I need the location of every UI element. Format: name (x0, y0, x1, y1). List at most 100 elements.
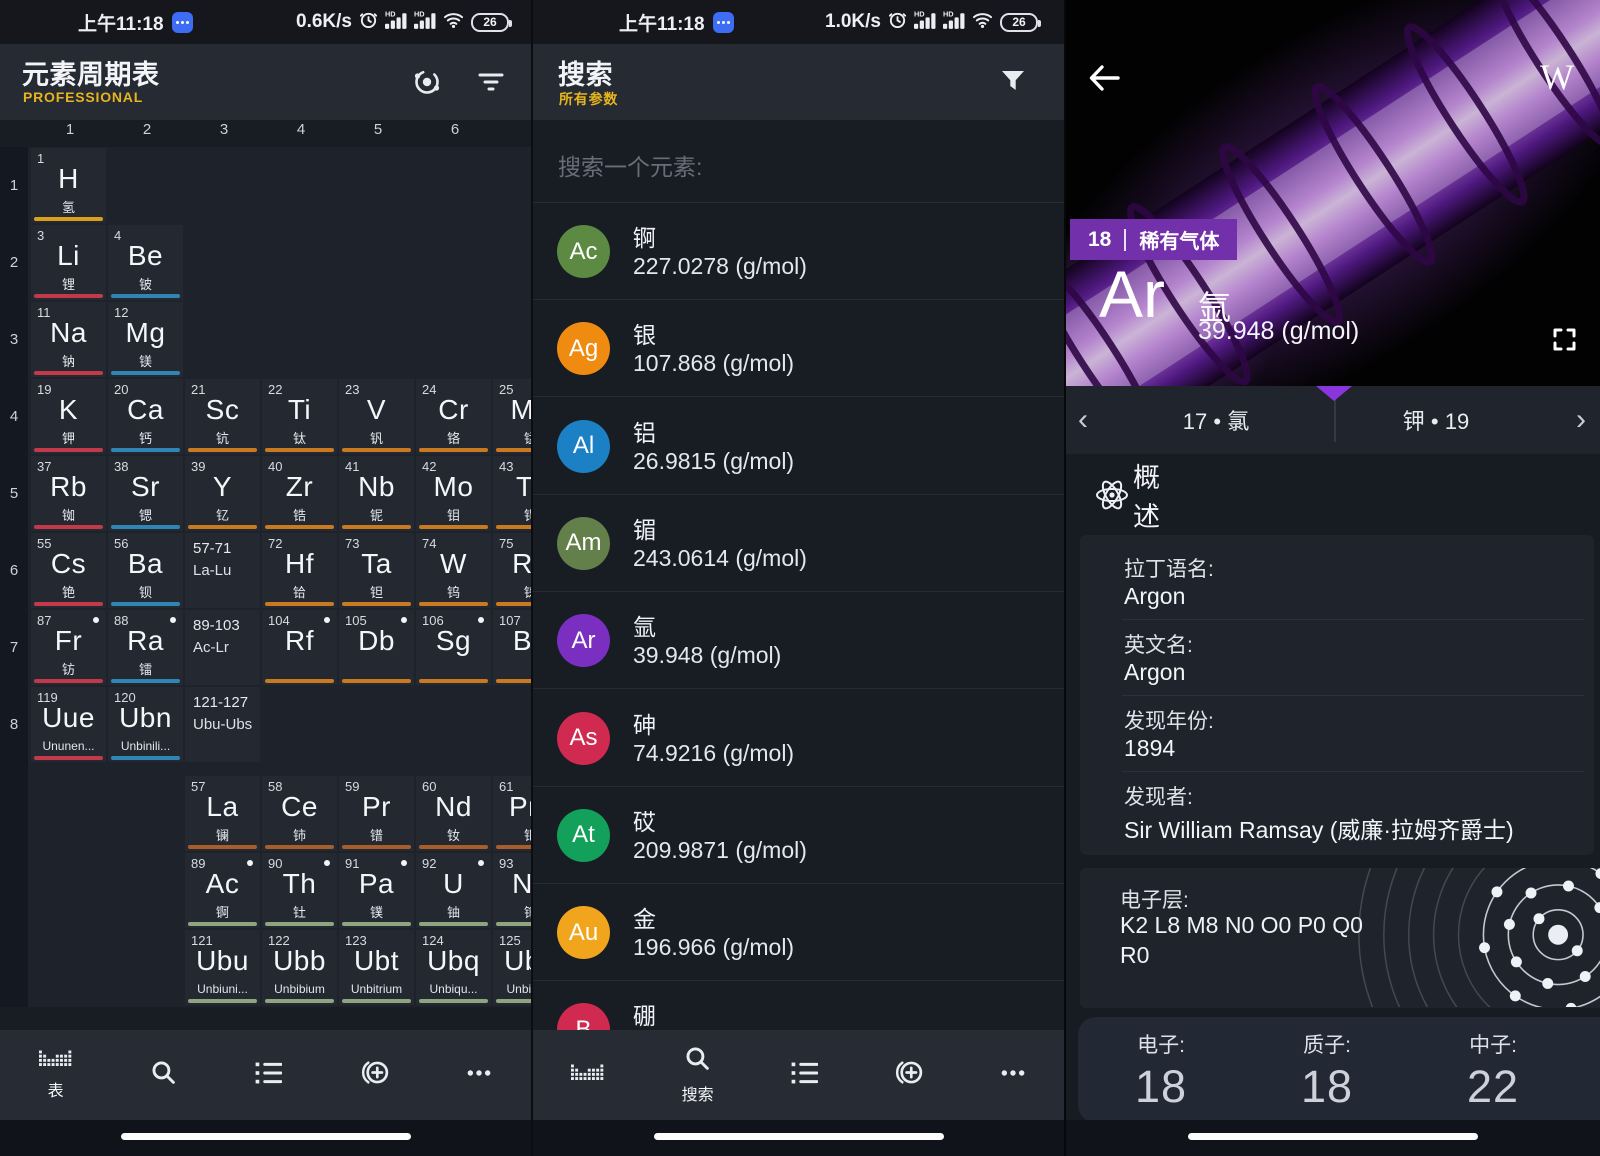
nav-search-active[interactable]: 搜索 (682, 1045, 714, 1105)
element-cell-Ubq[interactable]: 124UbqUnbiqu... (416, 930, 491, 1005)
panel-table-view: 上午11:18 0.6K/s HD HD 26 元素周期表 PROFESSION… (0, 0, 531, 1156)
element-cell-Re[interactable]: 75Re铼 (493, 533, 531, 608)
element-cell-Mn[interactable]: 25Mn锰 (493, 379, 531, 454)
element-cell-Ra[interactable]: 88Ra镭 (108, 610, 183, 685)
search-input[interactable]: 搜索一个元素: (558, 148, 702, 182)
next-element[interactable]: 钾 • 19 (1356, 386, 1516, 454)
element-cell-Na[interactable]: 11Na钠 (31, 302, 106, 377)
element-cell-Cr[interactable]: 24Cr铬 (416, 379, 491, 454)
search-result-As[interactable]: As 砷 74.9216 (g/mol) (533, 690, 1064, 787)
pointer-triangle (1316, 386, 1352, 401)
home-indicator[interactable] (1188, 1133, 1478, 1140)
element-cell-V[interactable]: 23V钒 (339, 379, 414, 454)
atom-orbit-icon[interactable] (411, 66, 443, 98)
svg-text:HD: HD (414, 10, 425, 18)
element-cell-Ubt[interactable]: 123UbtUnbitrium (339, 930, 414, 1005)
element-cell-Ac[interactable]: 89Ac锕 (185, 853, 260, 928)
element-cell-Ti[interactable]: 22Ti钛 (262, 379, 337, 454)
series-placeholder-Ac-Lr[interactable]: 89-103Ac-Lr (185, 610, 260, 685)
fullscreen-icon[interactable] (1551, 326, 1578, 353)
element-cell-Mg[interactable]: 12Mg镁 (108, 302, 183, 377)
element-cell-Y[interactable]: 39Y钇 (185, 456, 260, 531)
element-cell-Pa[interactable]: 91Pa镤 (339, 853, 414, 928)
home-indicator[interactable] (121, 1133, 411, 1140)
funnel-filter-icon[interactable] (999, 66, 1027, 98)
nav-label: 表 (48, 1077, 64, 1101)
search-result-At[interactable]: At 砹 209.9871 (g/mol) (533, 787, 1064, 884)
nav-add[interactable] (360, 1059, 389, 1091)
prev-chevron-icon[interactable]: ‹ (1078, 386, 1088, 454)
element-cell-Li[interactable]: 3Li锂 (31, 225, 106, 300)
series-placeholder-La-Lu[interactable]: 57-71La-Lu (185, 533, 260, 608)
element-cell-Ubb[interactable]: 122UbbUnbibium (262, 930, 337, 1005)
element-cell-Cs[interactable]: 55Cs铯 (31, 533, 106, 608)
nav-more[interactable] (1000, 1060, 1026, 1091)
element-cell-Bh[interactable]: 107Bh (493, 610, 531, 685)
element-cell-Ubp[interactable]: 125UbpUnbipe... (493, 930, 531, 1005)
signal-icon: HD (943, 10, 965, 34)
search-result-Ag[interactable]: Ag 银 107.868 (g/mol) (533, 300, 1064, 397)
element-cell-W[interactable]: 74W钨 (416, 533, 491, 608)
element-avatar: Ac (557, 225, 610, 278)
element-cell-Uue[interactable]: 119UueUnunen... (31, 687, 106, 762)
element-cell-Rb[interactable]: 37Rb铷 (31, 456, 106, 531)
element-cell-Nd[interactable]: 60Nd钕 (416, 776, 491, 851)
sort-filter-icon[interactable] (476, 66, 506, 98)
element-cell-Ta[interactable]: 73Ta钽 (339, 533, 414, 608)
element-cell-Sc[interactable]: 21Sc钪 (185, 379, 260, 454)
element-cell-Ca[interactable]: 20Ca钙 (108, 379, 183, 454)
period-row-header: 6 (0, 532, 28, 609)
element-cell-K[interactable]: 19K钾 (31, 379, 106, 454)
result-name: 镅 (633, 511, 656, 545)
nav-search[interactable] (150, 1059, 177, 1091)
element-cell-Fr[interactable]: 87Fr钫 (31, 610, 106, 685)
more-icon (1000, 1060, 1026, 1091)
home-indicator[interactable] (654, 1133, 944, 1140)
back-icon[interactable] (1085, 58, 1125, 98)
wikipedia-icon[interactable]: W (1540, 56, 1574, 98)
element-cell-Zr[interactable]: 40Zr锆 (262, 456, 337, 531)
group-column-header: 1 (50, 121, 90, 138)
element-cell-Th[interactable]: 90Th钍 (262, 853, 337, 928)
signal-icon: HD (914, 10, 936, 34)
nav-add[interactable] (894, 1059, 923, 1091)
next-chevron-icon[interactable]: › (1576, 386, 1586, 454)
message-icon (713, 12, 734, 33)
element-cell-Ubu[interactable]: 121UbuUnbiuni... (185, 930, 260, 1005)
element-cell-Hf[interactable]: 72Hf铪 (262, 533, 337, 608)
element-cell-Pr[interactable]: 59Pr镨 (339, 776, 414, 851)
nav-list[interactable] (790, 1060, 818, 1091)
element-cell-La[interactable]: 57La镧 (185, 776, 260, 851)
element-cell-Pm[interactable]: 61Pm钷 (493, 776, 531, 851)
element-avatar: At (557, 809, 610, 862)
element-avatar: Al (557, 420, 610, 473)
element-cell-H[interactable]: 1H氢 (31, 148, 106, 223)
element-cell-Db[interactable]: 105Db (339, 610, 414, 685)
element-cell-Tc[interactable]: 43Tc锝 (493, 456, 531, 531)
element-cell-Mo[interactable]: 42Mo钼 (416, 456, 491, 531)
atomic-number: 18 (1088, 228, 1111, 252)
element-cell-Ubn[interactable]: 120UbnUnbinili... (108, 687, 183, 762)
element-cell-Np[interactable]: 93Np镎 (493, 853, 531, 928)
search-result-Ar[interactable]: Ar 氩 39.948 (g/mol) (533, 592, 1064, 689)
element-cell-U[interactable]: 92U铀 (416, 853, 491, 928)
nav-list[interactable] (254, 1060, 282, 1091)
element-cell-Ce[interactable]: 58Ce铈 (262, 776, 337, 851)
element-cell-Be[interactable]: 4Be铍 (108, 225, 183, 300)
element-cell-Sg[interactable]: 106Sg (416, 610, 491, 685)
nav-table-active[interactable]: 表 (39, 1050, 73, 1101)
element-cell-Sr[interactable]: 38Sr锶 (108, 456, 183, 531)
element-cell-Rf[interactable]: 104Rf (262, 610, 337, 685)
search-result-Al[interactable]: Al 铝 26.9815 (g/mol) (533, 398, 1064, 495)
element-cell-Nb[interactable]: 41Nb铌 (339, 456, 414, 531)
search-result-Ac[interactable]: Ac 锕 227.0278 (g/mol) (533, 203, 1064, 300)
series-placeholder-Ubu-Ubs[interactable]: 121-127Ubu-Ubs (185, 687, 260, 762)
search-result-Au[interactable]: Au 金 196.966 (g/mol) (533, 884, 1064, 981)
nav-label: 搜索 (682, 1081, 714, 1105)
element-mass: 39.948 (g/mol) (1198, 317, 1359, 346)
nav-more[interactable] (466, 1060, 492, 1091)
prev-element[interactable]: 17 • 氯 (1126, 386, 1306, 454)
search-result-Am[interactable]: Am 镅 243.0614 (g/mol) (533, 495, 1064, 592)
nav-table[interactable] (571, 1064, 605, 1087)
element-cell-Ba[interactable]: 56Ba钡 (108, 533, 183, 608)
